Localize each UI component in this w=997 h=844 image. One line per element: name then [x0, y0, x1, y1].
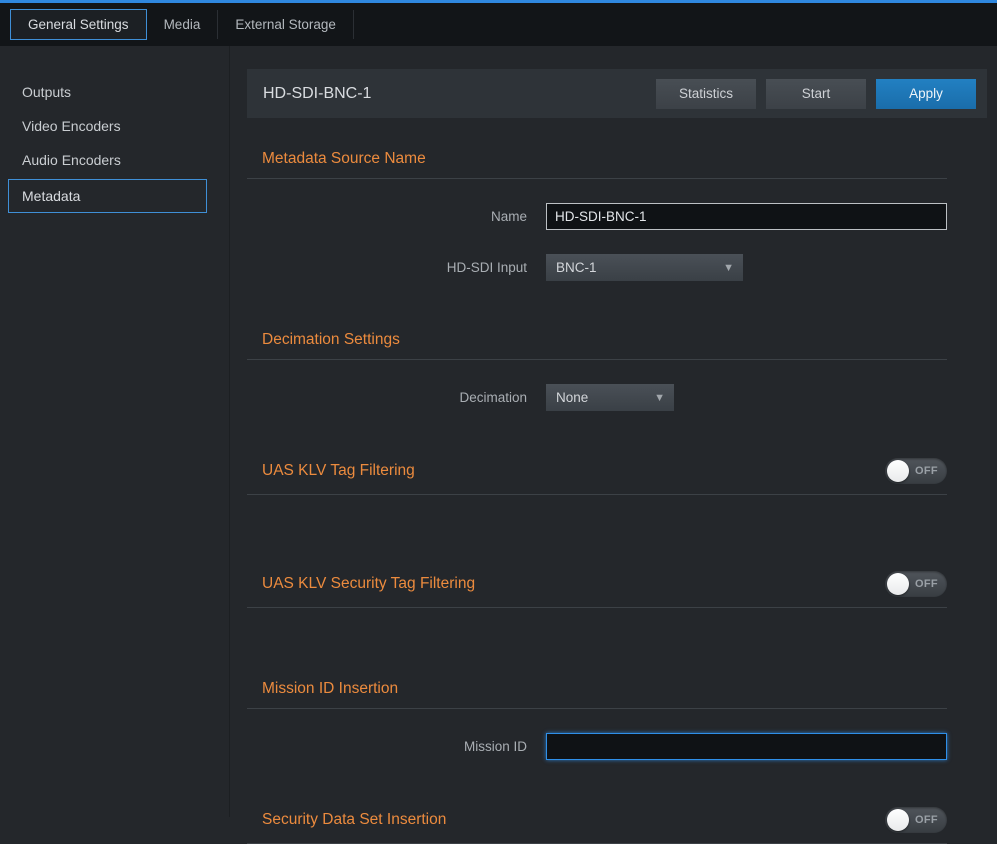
tab-media[interactable]: Media	[147, 10, 219, 40]
sidebar-item-outputs[interactable]: Outputs	[0, 75, 229, 109]
section-metadata-source-name: Metadata Source Name Name HD-SDI Input B…	[247, 150, 987, 281]
main-content: HD-SDI-BNC-1 Statistics Start Apply Meta…	[230, 46, 997, 817]
section-uas-klv-security-tag-filtering: UAS KLV Security Tag Filtering OFF	[247, 571, 987, 608]
mission-id-input[interactable]	[546, 733, 947, 760]
section-head: Mission ID Insertion	[247, 680, 947, 709]
decimation-selected-value: None	[556, 390, 588, 405]
section-head: UAS KLV Security Tag Filtering OFF	[247, 571, 947, 608]
statistics-button[interactable]: Statistics	[656, 79, 756, 109]
decimation-row: Decimation None ▼	[247, 384, 947, 411]
section-security-data-set-insertion: Security Data Set Insertion OFF	[247, 807, 987, 844]
page-title: HD-SDI-BNC-1	[263, 85, 646, 103]
decimation-dropdown[interactable]: None ▼	[546, 384, 674, 411]
hdsdi-input-label: HD-SDI Input	[247, 260, 546, 275]
section-title-decimation-settings: Decimation Settings	[262, 331, 400, 349]
section-uas-klv-tag-filtering: UAS KLV Tag Filtering OFF	[247, 458, 987, 495]
section-mission-id-insertion: Mission ID Insertion Mission ID	[247, 680, 987, 760]
section-title-uas-klv-security-tag-filtering: UAS KLV Security Tag Filtering	[262, 575, 475, 593]
tab-general-settings[interactable]: General Settings	[10, 9, 147, 41]
sidebar-item-video-encoders[interactable]: Video Encoders	[0, 109, 229, 143]
section-head: Security Data Set Insertion OFF	[247, 807, 947, 844]
section-head: Decimation Settings	[247, 331, 947, 360]
hdsdi-input-dropdown[interactable]: BNC-1 ▼	[546, 254, 743, 281]
section-title-metadata-source-name: Metadata Source Name	[262, 150, 426, 168]
toggle-state-label: OFF	[915, 578, 938, 590]
chevron-down-icon: ▼	[723, 262, 734, 274]
uas-klv-tag-filtering-toggle[interactable]: OFF	[885, 458, 947, 484]
name-row: Name	[247, 203, 947, 230]
toggle-knob	[887, 460, 909, 482]
uas-klv-security-tag-filtering-toggle[interactable]: OFF	[885, 571, 947, 597]
name-label: Name	[247, 209, 546, 224]
hdsdi-input-row: HD-SDI Input BNC-1 ▼	[247, 254, 947, 281]
name-input[interactable]	[546, 203, 947, 230]
page-body: Outputs Video Encoders Audio Encoders Me…	[0, 46, 997, 817]
security-data-set-insertion-toggle[interactable]: OFF	[885, 807, 947, 833]
mission-id-row: Mission ID	[247, 733, 947, 760]
section-head: Metadata Source Name	[247, 150, 947, 179]
section-title-security-data-set-insertion: Security Data Set Insertion	[262, 811, 446, 829]
toggle-knob	[887, 809, 909, 831]
content-header: HD-SDI-BNC-1 Statistics Start Apply	[247, 69, 987, 118]
toggle-state-label: OFF	[915, 814, 938, 826]
toggle-state-label: OFF	[915, 465, 938, 477]
toggle-knob	[887, 573, 909, 595]
decimation-label: Decimation	[247, 390, 546, 405]
apply-button[interactable]: Apply	[876, 79, 976, 109]
section-head: UAS KLV Tag Filtering OFF	[247, 458, 947, 495]
sidebar: Outputs Video Encoders Audio Encoders Me…	[0, 46, 230, 817]
top-tab-bar: General Settings Media External Storage	[0, 0, 997, 46]
section-title-mission-id-insertion: Mission ID Insertion	[262, 680, 398, 698]
sidebar-item-audio-encoders[interactable]: Audio Encoders	[0, 143, 229, 177]
hdsdi-input-selected-value: BNC-1	[556, 260, 597, 275]
start-button[interactable]: Start	[766, 79, 866, 109]
section-title-uas-klv-tag-filtering: UAS KLV Tag Filtering	[262, 462, 415, 480]
tab-external-storage[interactable]: External Storage	[218, 10, 354, 40]
chevron-down-icon: ▼	[654, 392, 665, 404]
sidebar-item-metadata[interactable]: Metadata	[8, 179, 207, 213]
mission-id-label: Mission ID	[247, 739, 546, 754]
section-decimation-settings: Decimation Settings Decimation None ▼	[247, 331, 987, 411]
